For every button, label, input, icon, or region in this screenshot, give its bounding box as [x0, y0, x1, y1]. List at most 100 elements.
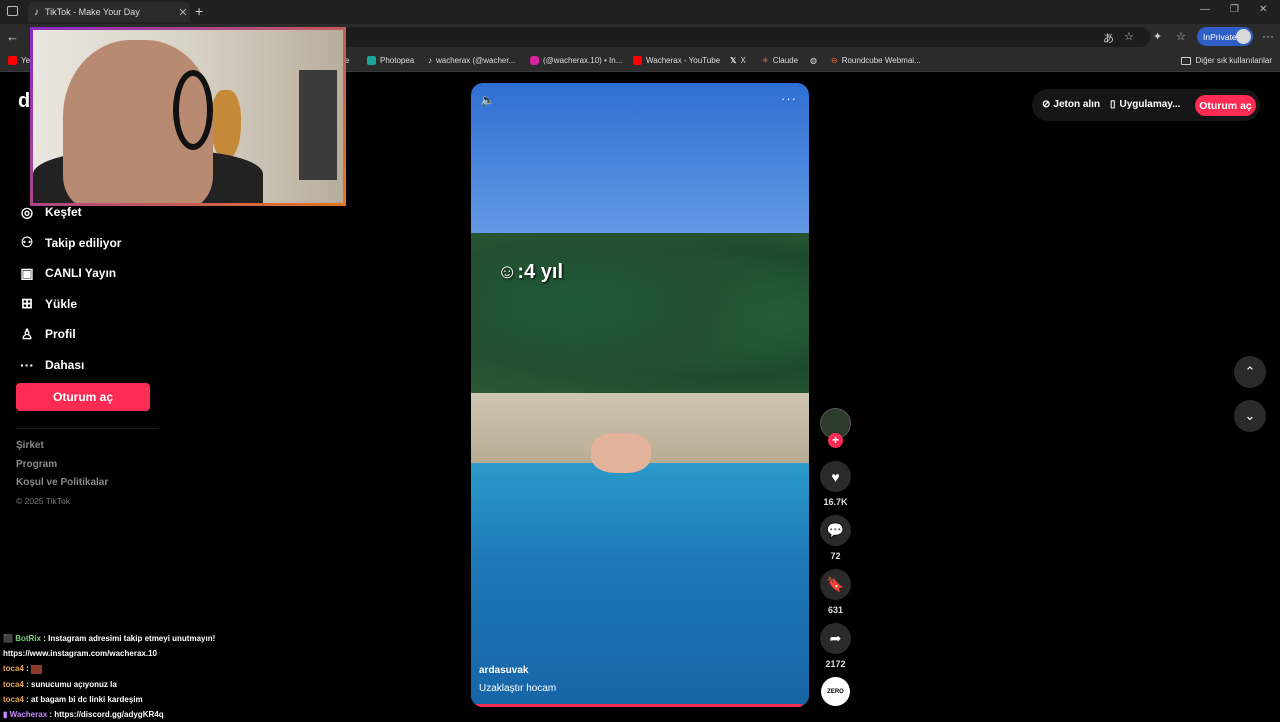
bookmark-item[interactable]: 𝕏X	[730, 56, 746, 65]
folder-icon	[1180, 56, 1191, 65]
profile-icon: ♙	[20, 325, 34, 342]
profile-avatar	[1236, 29, 1251, 44]
minimize-icon[interactable]: —	[1200, 4, 1210, 15]
video-player[interactable]: 🔈 ··· ☺:4 yıl ardasuvak Uzaklaştır hocam	[471, 83, 809, 707]
close-tab-icon[interactable]: ✕	[176, 6, 190, 19]
like-count: 16.7K	[823, 497, 848, 507]
new-tab-icon[interactable]: +	[195, 3, 203, 19]
guitar	[211, 90, 241, 160]
inprivate-label: InPrivate	[1203, 31, 1237, 42]
following-icon: ⚇	[20, 234, 34, 251]
comment-count: 72	[830, 551, 841, 561]
chevron-down-icon: ⌄	[1244, 408, 1256, 423]
tiktok-logo[interactable]: d	[18, 90, 30, 113]
get-coins-button[interactable]: ⊘ Jeton alın	[1042, 99, 1100, 110]
sidebar-login-button[interactable]: Oturum aç	[16, 383, 150, 411]
like-button[interactable]: ♥	[820, 461, 851, 492]
music-disc[interactable]: ZERO	[821, 677, 850, 706]
compass-icon: ◎	[20, 203, 34, 220]
roundcube-icon: ⊖	[831, 56, 838, 65]
video-description: Uzaklaştır hocam	[479, 683, 557, 694]
url-field[interactable]	[330, 27, 1150, 47]
bookmark-item[interactable]: (@wacherax.10) • In...	[530, 56, 622, 65]
sidebar-item-profile[interactable]: ♙ Profil	[16, 319, 166, 350]
follow-plus-icon[interactable]: +	[828, 433, 843, 448]
phone-icon: ▯	[1110, 99, 1116, 110]
share-icon: ➦	[829, 630, 842, 646]
video-progress-fill	[471, 704, 803, 707]
bookmark-item[interactable]: ⊖ Roundcube Webmai...	[831, 56, 921, 65]
youtube-icon	[633, 56, 642, 65]
instagram-icon	[530, 56, 539, 65]
browser-titlebar: ♪ TikTok - Make Your Day ✕ + — ❐ ✕	[0, 0, 1280, 24]
chat-message: toca4 : sunucumu açıyonuz la	[3, 679, 117, 689]
bookmark-item[interactable]: ◍	[810, 56, 821, 65]
heart-icon: ♥	[831, 468, 840, 485]
sidebar-item-upload[interactable]: ⊞ Yükle	[16, 289, 166, 320]
webcam-overlay	[30, 27, 346, 206]
favorites-icon[interactable]: ☆	[1176, 30, 1186, 43]
sidebar-toggle-icon[interactable]	[7, 6, 18, 16]
sidebar-nav: ◎ Keşfet ⚇ Takip ediliyor ▣ CANLI Yayın ⊞ Yü…	[16, 197, 166, 380]
footer-link-terms[interactable]: Koşul ve Politikalar	[16, 477, 108, 496]
inprivate-badge[interactable]: InPrivate	[1197, 27, 1253, 46]
chat-message: ⬛ BotRix : Instagram adresimi takip etme…	[3, 634, 216, 643]
bot-badge-icon: ⬛	[3, 634, 13, 643]
next-video-button[interactable]: ⌄	[1234, 400, 1266, 432]
save-button[interactable]: 🔖	[820, 569, 851, 600]
globe-icon: ◍	[810, 56, 817, 65]
share-button[interactable]: ➦	[820, 623, 851, 654]
maximize-icon[interactable]: ❐	[1230, 4, 1239, 15]
video-trees	[471, 233, 809, 413]
bookmark-item[interactable]: Wacherax - YouTube	[633, 56, 720, 65]
chat-emote-icon	[31, 664, 43, 674]
read-aloud-icon[interactable]: あ	[1103, 30, 1114, 46]
tiktok-favicon-icon: ♪	[34, 6, 39, 18]
youtube-icon	[8, 56, 17, 65]
header-login-button[interactable]: Oturum aç	[1195, 95, 1256, 116]
copyright: © 2025 TikTok	[16, 495, 70, 506]
video-overlay-caption: ☺:4 yıl	[497, 261, 563, 283]
chat-message: toca4 : at bagam bi dc linki kardeşim	[3, 694, 143, 704]
previous-video-button[interactable]: ⌃	[1234, 356, 1266, 388]
sidebar-item-live[interactable]: ▣ CANLI Yayın	[16, 258, 166, 289]
tab-title: TikTok - Make Your Day	[45, 7, 140, 17]
other-bookmarks[interactable]: Diğer sık kullanılanlar	[1180, 56, 1272, 65]
bookmark-item[interactable]: Ye	[8, 56, 30, 65]
upload-icon: ⊞	[21, 295, 33, 312]
claude-icon: ✳	[762, 56, 769, 65]
sidebar-footer: Şirket Program Koşul ve Politikalar © 20…	[16, 440, 108, 514]
browser-tab[interactable]: ♪ TikTok - Make Your Day ✕	[28, 2, 190, 22]
browser-menu-icon[interactable]: ···	[1262, 29, 1274, 43]
headset	[173, 70, 213, 150]
footer-link-company[interactable]: Şirket	[16, 440, 108, 459]
chat-message: toca4 :	[3, 661, 263, 676]
video-swimmer	[591, 433, 651, 473]
video-progress-bar[interactable]	[471, 704, 809, 707]
get-app-button[interactable]: ▯ Uygulamay...	[1110, 99, 1180, 110]
bookshelf	[299, 70, 337, 180]
extensions-icon[interactable]: ✦	[1153, 30, 1162, 43]
sidebar-item-following[interactable]: ⚇ Takip ediliyor	[16, 228, 166, 259]
footer-link-program[interactable]: Program	[16, 459, 108, 478]
comment-button[interactable]: 💬	[820, 515, 851, 546]
more-icon: ···	[20, 356, 34, 373]
live-icon: ▣	[20, 264, 34, 281]
x-icon: 𝕏	[730, 56, 737, 65]
sidebar-divider	[16, 428, 158, 429]
stream-chat: ⬛ BotRix : Instagram adresimi takip etme…	[3, 631, 263, 722]
volume-icon[interactable]: 🔈	[480, 93, 495, 107]
chevron-up-icon: ⌃	[1244, 364, 1256, 379]
broadcaster-badge-icon: ▮	[3, 710, 8, 720]
video-author[interactable]: ardasuvak	[479, 665, 528, 676]
bookmark-item[interactable]: ✳ Claude	[762, 56, 798, 65]
chat-message: https://www.instagram.com/wacherax.10	[3, 649, 157, 659]
bookmark-item[interactable]: Photopea	[367, 56, 414, 65]
back-icon[interactable]: ←	[6, 29, 19, 44]
video-more-icon[interactable]: ···	[781, 91, 797, 106]
photopea-icon	[367, 56, 376, 65]
bookmark-item[interactable]: ♪ wacherax (@wacher...	[428, 56, 515, 65]
favorite-star-icon[interactable]: ☆	[1124, 30, 1134, 43]
sidebar-item-more[interactable]: ··· Dahası	[16, 350, 166, 381]
close-window-icon[interactable]: ✕	[1259, 4, 1267, 15]
